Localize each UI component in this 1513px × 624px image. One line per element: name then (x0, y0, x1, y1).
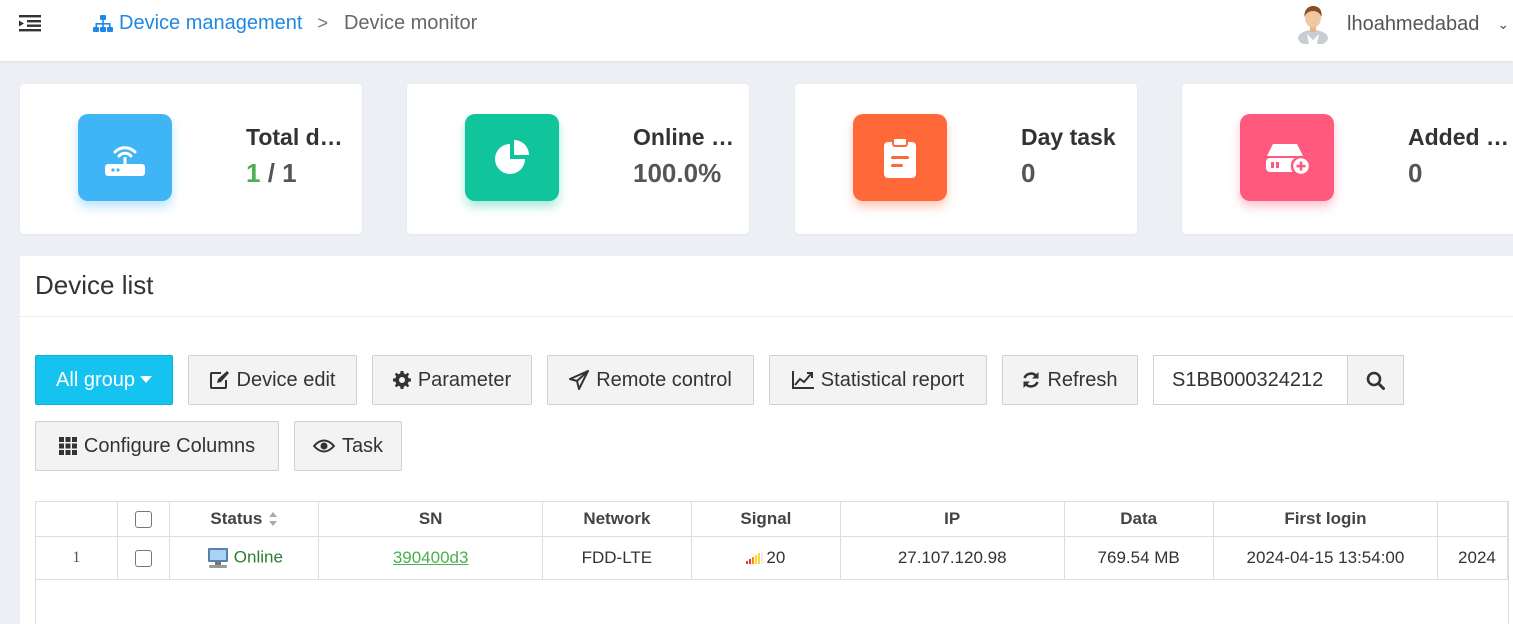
remote-control-label: Remote control (596, 368, 732, 391)
pie-chart-icon (465, 114, 559, 201)
refresh-label: Refresh (1047, 368, 1118, 391)
eye-icon (312, 439, 335, 453)
header-select-all (117, 502, 171, 537)
breadcrumb-current: Device monitor (343, 12, 478, 34)
breadcrumb: Device management > Device monitor (93, 12, 477, 35)
panel-title: Device list (35, 270, 154, 300)
all-group-dropdown[interactable]: All group (35, 355, 173, 405)
row-data-cell: 769.54 MB (1064, 536, 1214, 580)
row-extra-cell: 2024 (1437, 536, 1508, 580)
search-button[interactable] (1347, 355, 1404, 405)
stat-value-total-devices: 1 / 1 (246, 158, 297, 188)
search-input[interactable] (1153, 355, 1348, 405)
signal-strength-icon (746, 552, 764, 565)
header-data: Data (1064, 502, 1214, 537)
avatar (1298, 6, 1328, 44)
breadcrumb-separator: > (317, 13, 328, 33)
row-first-login-cell: 2024-04-15 13:54:00 (1213, 536, 1439, 580)
row-status-cell: Online (169, 536, 320, 580)
all-group-label: All group (56, 368, 135, 391)
row-signal-cell: 20 (691, 536, 841, 580)
header-index (36, 502, 118, 537)
row-sn-cell: 390400d3 (318, 536, 543, 580)
row-checkbox[interactable] (134, 549, 152, 567)
stat-value-online-rate: 100.0% (633, 158, 722, 188)
chevron-down-icon: ⌄ (1497, 15, 1510, 32)
remote-control-button[interactable]: Remote control (547, 355, 754, 405)
header-ip: IP (840, 502, 1065, 537)
username: lhoahmedabad (1347, 12, 1480, 35)
configure-columns-label: Configure Columns (83, 434, 256, 457)
clipboard-icon (853, 114, 947, 201)
row-select-cell (117, 536, 171, 580)
table-row[interactable]: 1 Online 390400d3 FDD-LTE 20 27.107.120.… (36, 536, 1508, 580)
device-table: Status SN Network Signal IP Data First l… (35, 501, 1509, 624)
sitemap-icon (93, 14, 113, 32)
grid-icon (58, 437, 77, 455)
add-device-icon (1240, 114, 1334, 201)
device-edit-label: Device edit (236, 368, 336, 391)
header-network: Network (542, 502, 692, 537)
gear-icon (392, 371, 411, 389)
computer-icon (207, 547, 228, 568)
stat-card-online-rate: Online rate 100.0% (407, 84, 749, 234)
breadcrumb-device-management[interactable]: Device management (93, 12, 302, 35)
paper-plane-icon (569, 370, 590, 390)
stat-card-day-task: Day task 0 (795, 84, 1137, 234)
parameter-button[interactable]: Parameter (372, 355, 532, 405)
device-list-panel: Device list All group Device edit Parame… (20, 256, 1513, 624)
header-sn: SN (318, 502, 543, 537)
top-header: Device management > Device monitor lhoah… (0, 0, 1513, 61)
sort-icon (269, 512, 278, 527)
search-icon (1366, 371, 1385, 390)
stat-card-added-devices: Added devices 0 (1182, 84, 1513, 234)
header-signal: Signal (691, 502, 841, 537)
stat-value-day-task: 0 (1021, 158, 1036, 188)
caret-down-icon (139, 376, 152, 383)
header-status[interactable]: Status (169, 502, 320, 537)
status-online-text: Online (233, 546, 283, 566)
task-button[interactable]: Task (294, 421, 402, 471)
stat-value-added-devices: 0 (1408, 158, 1423, 188)
refresh-icon (1023, 372, 1040, 388)
stat-label-day-task: Day task (1021, 124, 1116, 150)
stat-label-total-devices: Total devices (246, 124, 348, 150)
row-network-cell: FDD-LTE (542, 536, 692, 580)
stat-card-total-devices: Total devices 1 / 1 (20, 84, 362, 234)
select-all-checkbox[interactable] (134, 510, 152, 528)
stat-label-added-devices: Added devices (1408, 124, 1510, 150)
row-index: 1 (36, 536, 118, 580)
edit-icon (209, 371, 229, 389)
panel-divider (20, 316, 1513, 317)
table-header-row: Status SN Network Signal IP Data First l… (36, 502, 1508, 537)
menu-toggle-icon[interactable] (19, 14, 41, 32)
breadcrumb-root-label: Device management (119, 12, 303, 34)
task-label: Task (341, 434, 384, 457)
header-first-login: First login (1213, 502, 1439, 537)
header-extra (1437, 502, 1508, 537)
signal-value: 20 (766, 547, 786, 567)
statistical-report-label: Statistical report (820, 368, 965, 391)
row-ip-cell: 27.107.120.98 (840, 536, 1065, 580)
parameter-label: Parameter (417, 368, 512, 391)
sn-link[interactable]: 390400d3 (393, 548, 469, 567)
user-menu[interactable]: lhoahmedabad ⌄ (1296, 4, 1509, 44)
refresh-button[interactable]: Refresh (1002, 355, 1138, 405)
stat-label-online-rate: Online rate (633, 124, 735, 150)
device-edit-button[interactable]: Device edit (188, 355, 357, 405)
statistical-report-button[interactable]: Statistical report (769, 355, 987, 405)
configure-columns-button[interactable]: Configure Columns (35, 421, 279, 471)
line-chart-icon (791, 371, 814, 389)
router-icon (78, 114, 172, 201)
